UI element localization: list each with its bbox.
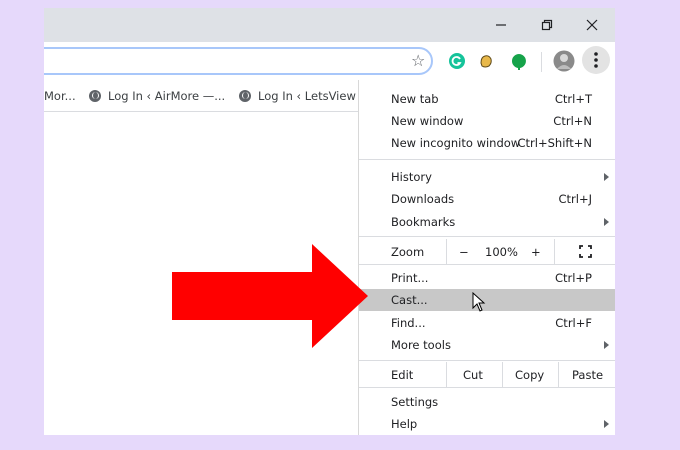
menu-item-new-tab[interactable]: New tab Ctrl+T (359, 88, 615, 110)
edit-divider (502, 362, 503, 388)
menu-item-shortcut: Ctrl+N (553, 114, 592, 128)
fullscreen-icon[interactable] (579, 245, 592, 258)
menu-row-edit: Edit Cut Copy Paste (359, 362, 615, 388)
menu-divider (359, 264, 615, 265)
menu-item-more-tools[interactable]: More tools (359, 334, 615, 356)
submenu-arrow-icon (604, 218, 609, 226)
submenu-arrow-icon (604, 341, 609, 349)
menu-item-print[interactable]: Print... Ctrl+P (359, 267, 615, 289)
menu-item-new-window[interactable]: New window Ctrl+N (359, 110, 615, 132)
globe-icon (89, 89, 101, 102)
copy-button[interactable]: Copy (515, 368, 544, 382)
menu-item-label: Cast... (391, 293, 428, 307)
menu-item-label: More tools (391, 338, 451, 352)
bookmark-item[interactable]: Log In ‹ LetsView – (239, 80, 365, 111)
bookmark-label: Log In ‹ LetsView – (258, 88, 366, 103)
menu-item-label: Help (391, 417, 418, 431)
menu-divider (359, 159, 615, 160)
zoom-level: 100% (485, 245, 518, 259)
menu-row-zoom: Zoom − 100% + (359, 239, 615, 265)
menu-item-label: Downloads (391, 192, 455, 206)
bookmark-star-icon[interactable]: ☆ (411, 51, 425, 70)
extension-hand-icon[interactable] (477, 52, 495, 70)
menu-item-label: Bookmarks (391, 215, 456, 229)
mouse-cursor-icon (472, 292, 486, 312)
menu-divider (359, 236, 615, 237)
profile-avatar[interactable] (553, 50, 575, 72)
edit-divider (446, 362, 447, 388)
menu-item-settings[interactable]: Settings (359, 391, 615, 413)
menu-item-label: Settings (391, 395, 439, 409)
cut-button[interactable]: Cut (463, 368, 483, 382)
globe-icon (239, 89, 251, 102)
close-icon[interactable] (569, 8, 615, 42)
menu-item-shortcut: Ctrl+T (554, 92, 592, 106)
address-bar[interactable] (44, 47, 433, 75)
menu-item-downloads[interactable]: Downloads Ctrl+J (359, 188, 615, 210)
kebab-menu-icon[interactable] (582, 46, 610, 74)
red-arrow-annotation (172, 244, 368, 348)
menu-item-shortcut: Ctrl+F (555, 316, 592, 330)
menu-item-help[interactable]: Help (359, 413, 615, 435)
menu-item-label: Print... (391, 271, 429, 285)
zoom-out-button[interactable]: − (459, 245, 469, 259)
menu-item-bookmarks[interactable]: Bookmarks (359, 211, 615, 233)
menu-item-shortcut: Ctrl+Shift+N (517, 136, 592, 150)
submenu-arrow-icon (604, 420, 609, 428)
toolbar: ☆ (44, 42, 615, 80)
paste-button[interactable]: Paste (572, 368, 603, 382)
toolbar-divider (541, 52, 542, 72)
menu-item-new-incognito[interactable]: New incognito window Ctrl+Shift+N (359, 132, 615, 154)
zoom-in-button[interactable]: + (531, 245, 541, 259)
menu-item-shortcut: Ctrl+P (554, 271, 592, 285)
zoom-divider (446, 239, 447, 265)
restore-icon[interactable] (524, 8, 570, 42)
menu-divider (359, 387, 615, 388)
menu-item-label: Find... (391, 316, 426, 330)
title-bar (44, 8, 615, 42)
menu-item-find[interactable]: Find... Ctrl+F (359, 312, 615, 334)
submenu-arrow-icon (604, 173, 609, 181)
browser-window: ☆ Mor... Log In ‹ AirMore —... Log In ‹ … (44, 8, 615, 435)
menu-item-label: New window (391, 114, 464, 128)
menu-divider (359, 360, 615, 361)
menu-item-label: New tab (391, 92, 439, 106)
menu-item-shortcut: Ctrl+J (558, 192, 593, 206)
menu-item-label: Zoom (391, 245, 425, 259)
bookmark-label: Log In ‹ AirMore —... (108, 88, 226, 103)
menu-item-history[interactable]: History (359, 166, 615, 188)
extension-green-icon[interactable] (510, 52, 528, 70)
menu-item-label: History (391, 170, 432, 184)
grammarly-icon[interactable] (448, 52, 466, 70)
bookmark-label: Mor... (44, 88, 76, 103)
menu-item-label: Edit (391, 368, 414, 382)
chrome-menu: New tab Ctrl+T New window Ctrl+N New inc… (358, 80, 615, 435)
menu-item-label: New incognito window (391, 136, 521, 150)
menu-item-cast[interactable]: Cast... (359, 289, 615, 311)
bookmark-item[interactable]: Log In ‹ AirMore —... (89, 80, 225, 111)
edit-divider (558, 362, 559, 388)
bookmark-item[interactable]: Mor... (44, 80, 76, 111)
minimize-icon[interactable] (478, 8, 524, 42)
zoom-divider (554, 239, 555, 265)
